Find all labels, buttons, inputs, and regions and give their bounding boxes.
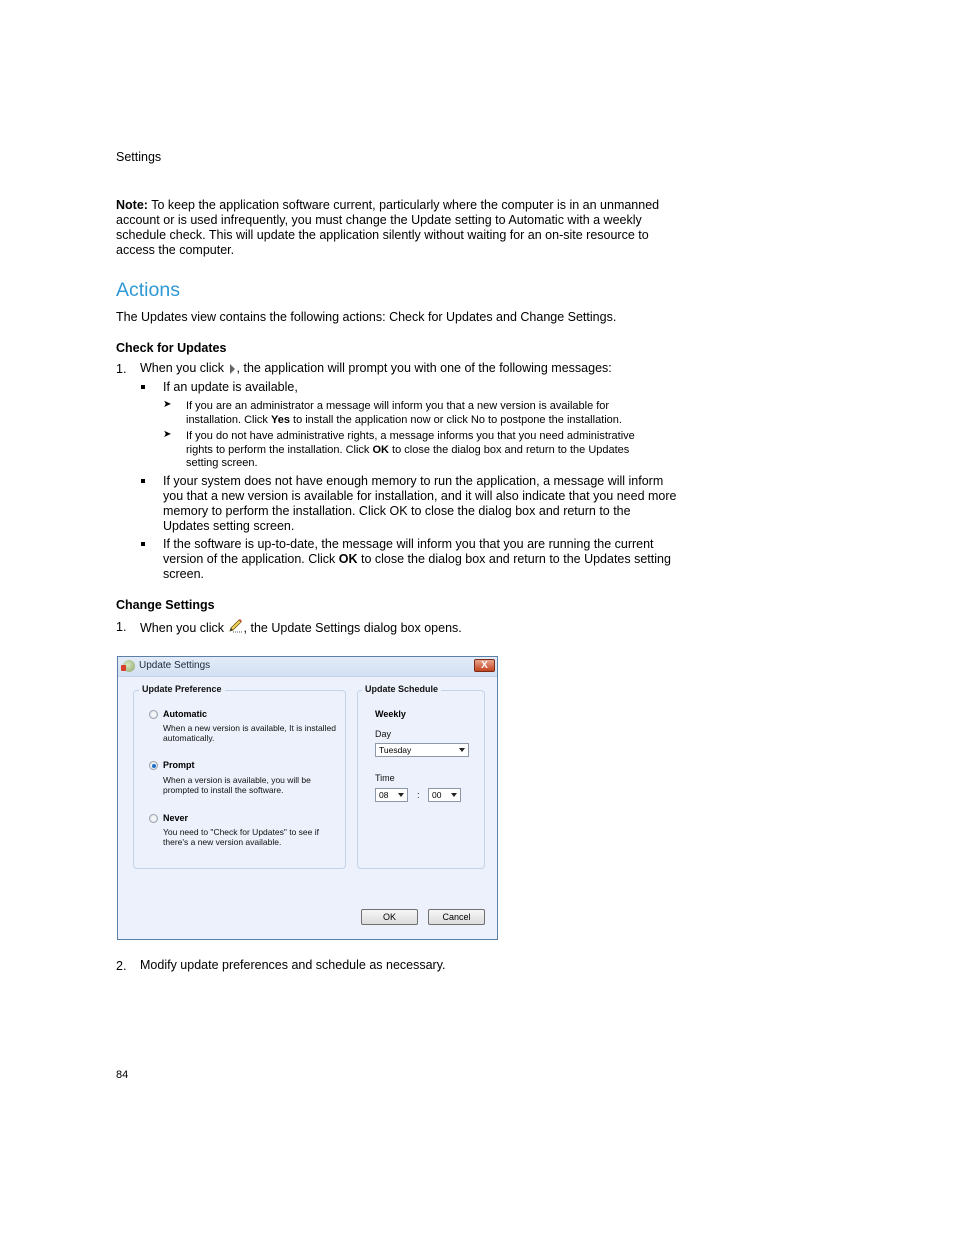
text: If you are an administrator a message wi… bbox=[186, 400, 610, 412]
arrow-bullet-icon: ➤ bbox=[163, 429, 172, 440]
bullet-low-memory: If your system does not have enough memo… bbox=[163, 474, 677, 533]
sub-bullet-admin: If you are an administrator a message wi… bbox=[186, 400, 676, 427]
option-desc-prompt: When a version is available, you will be… bbox=[163, 775, 311, 795]
check-step-1: When you click , the application will pr… bbox=[140, 361, 680, 376]
hour-select[interactable]: 08 bbox=[375, 788, 408, 802]
step-number: 2. bbox=[116, 959, 127, 973]
note-paragraph: Note: To keep the application software c… bbox=[116, 198, 681, 258]
app-icon bbox=[121, 660, 135, 672]
radio-never[interactable] bbox=[149, 814, 158, 823]
update-settings-dialog: Update Settings X Update Preference Auto… bbox=[117, 656, 498, 940]
step-text: , the Update Settings dialog box opens. bbox=[243, 621, 462, 635]
bullet-icon bbox=[141, 479, 145, 483]
group-label: Update Schedule bbox=[362, 684, 442, 694]
time-separator: : bbox=[417, 790, 420, 800]
text: If you do not have administrative rights… bbox=[186, 430, 635, 442]
subheading-check-for-updates: Check for Updates bbox=[116, 341, 227, 355]
text: installation. Click bbox=[186, 413, 271, 426]
minute-select[interactable]: 00 bbox=[428, 788, 461, 802]
change-step-2: Modify update preferences and schedule a… bbox=[140, 958, 446, 972]
bullet-up-to-date: If the software is up-to-date, the messa… bbox=[163, 537, 678, 582]
page-number: 84 bbox=[116, 1069, 129, 1081]
day-value: Tuesday bbox=[379, 745, 412, 755]
option-desc-automatic: When a new version is available, It is i… bbox=[163, 723, 336, 743]
text: to install the application now or click … bbox=[289, 413, 622, 426]
chevron-down-icon bbox=[451, 793, 457, 797]
step-number: 1. bbox=[116, 620, 127, 634]
radio-prompt[interactable] bbox=[149, 761, 158, 770]
actions-intro: The Updates view contains the following … bbox=[116, 310, 617, 324]
section-heading-actions: Actions bbox=[116, 279, 180, 301]
change-step-1: When you click , the Update Settings dia… bbox=[140, 619, 462, 636]
chevron-down-icon bbox=[459, 748, 465, 752]
text-bold: OK bbox=[372, 443, 389, 456]
sub-bullet-non-admin: If you do not have administrative rights… bbox=[186, 430, 676, 471]
step-text: When you click bbox=[140, 621, 225, 635]
ok-button[interactable]: OK bbox=[361, 909, 418, 925]
cancel-button[interactable]: Cancel bbox=[428, 909, 485, 925]
text-bold: OK bbox=[338, 552, 358, 566]
text: setting screen. bbox=[186, 457, 258, 469]
chevron-down-icon bbox=[398, 793, 404, 797]
play-triangle-icon bbox=[229, 363, 235, 374]
arrow-bullet-icon: ➤ bbox=[163, 399, 172, 410]
dialog-title: Update Settings bbox=[139, 660, 211, 671]
page-header-label: Settings bbox=[116, 150, 162, 164]
option-label-prompt: Prompt bbox=[163, 760, 195, 770]
pencil-icon bbox=[228, 619, 244, 633]
bullet-icon bbox=[141, 385, 145, 389]
step-text: When you click bbox=[140, 361, 225, 375]
day-select[interactable]: Tuesday bbox=[375, 743, 469, 757]
text-bold: Yes bbox=[270, 413, 290, 426]
text: rights to perform the installation. Clic… bbox=[186, 443, 373, 456]
bullet-icon bbox=[141, 542, 145, 546]
radio-automatic[interactable] bbox=[149, 710, 158, 719]
hour-value: 08 bbox=[379, 790, 389, 800]
step-text: , the application will prompt you with o… bbox=[236, 361, 612, 375]
time-label: Time bbox=[375, 773, 395, 783]
note-label: Note: bbox=[116, 198, 148, 212]
option-desc-never: You need to "Check for Updates" to see i… bbox=[163, 827, 319, 847]
minute-value: 00 bbox=[432, 790, 442, 800]
subheading-change-settings: Change Settings bbox=[116, 598, 215, 612]
close-button[interactable]: X bbox=[474, 659, 495, 672]
day-label: Day bbox=[375, 729, 392, 739]
text: to close the dialog box and return to th… bbox=[388, 443, 630, 456]
bullet-update-available: If an update is available, bbox=[163, 380, 298, 394]
step-number: 1. bbox=[116, 362, 127, 376]
dialog-titlebar: Update Settings X bbox=[118, 657, 497, 677]
option-label-automatic: Automatic bbox=[163, 709, 208, 719]
note-text: To keep the application software current… bbox=[116, 198, 660, 257]
group-label: Update Preference bbox=[139, 684, 225, 694]
option-label-never: Never bbox=[163, 813, 189, 823]
frequency-label: Weekly bbox=[375, 709, 406, 719]
